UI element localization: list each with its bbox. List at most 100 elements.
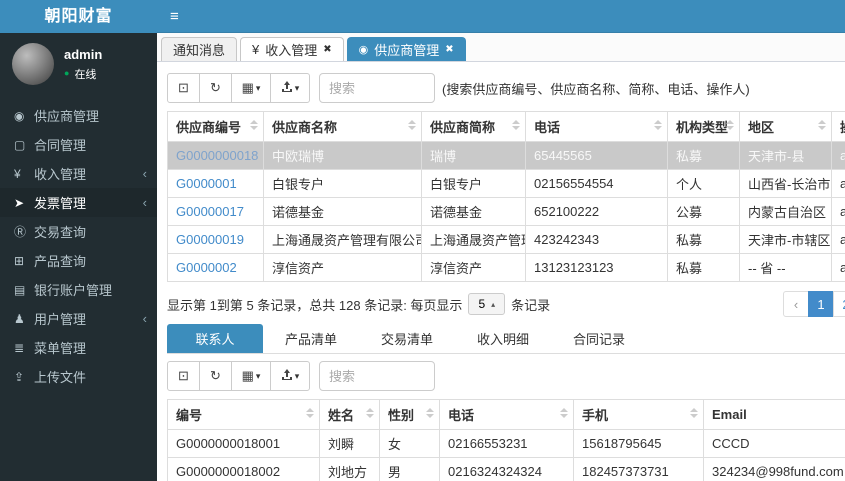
send-icon: ➤ (14, 195, 25, 210)
cell-contact-id: G0000000018002 (167, 457, 320, 481)
registered-icon: Ⓡ (14, 225, 27, 239)
sidebar-item-users[interactable]: ♟ 用户管理 ‹ (0, 304, 157, 333)
tab-transaction-list[interactable]: 交易清单 (359, 324, 455, 353)
tab-suppliers[interactable]: ◉ 供应商管理 ✖ (346, 37, 466, 61)
hamburger-icon[interactable]: ≡ (170, 8, 179, 25)
contact-row[interactable]: G0000000018001 刘瞬 女 02166553231 15618795… (167, 429, 845, 458)
brand-logo: 朝阳财富 (0, 0, 157, 33)
card-icon: ⊡ (178, 80, 189, 95)
contacts-toolbar: ⊡ ↻ ▦ ▾ ▾ (167, 361, 845, 391)
person-icon: ♟ (14, 311, 25, 326)
supplier-id-link[interactable]: G0000000018 (176, 148, 258, 163)
search-hint: (搜索供应商编号、供应商名称、简称、电话、操作人) (442, 81, 750, 97)
tab-product-list[interactable]: 产品清单 (263, 324, 359, 353)
refresh-icon: ↻ (210, 80, 221, 95)
caret-down-icon: ▾ (294, 370, 300, 381)
sort-icon (512, 120, 520, 130)
supplier-id-link[interactable]: G00000017 (176, 204, 244, 219)
pagination-toggle-button[interactable]: ⊡ (167, 73, 200, 103)
supplier-search-input[interactable] (319, 73, 435, 103)
supplier-row-selected[interactable]: G0000000018 中欧瑞博 瑞博 65445565 私募 天津市-县 ad… (167, 141, 845, 170)
sort-icon (408, 120, 416, 130)
export-button[interactable]: ▾ (270, 73, 310, 103)
column-header-contact-id[interactable]: 编号 (167, 399, 320, 430)
tab-income[interactable]: ¥ 收入管理 ✖ (240, 37, 344, 61)
supplier-row[interactable]: G00000019 上海通晟资产管理有限公司 上海通晟资产管理有限公司 4232… (167, 225, 845, 254)
cell-phone: 02156554554 (525, 169, 668, 198)
sidebar-item-income[interactable]: ¥ 收入管理 ‹ (0, 159, 157, 188)
supplier-id-link[interactable]: G0000002 (176, 260, 237, 275)
export-button[interactable]: ▾ (270, 361, 310, 391)
contact-row[interactable]: G0000000018002 刘地方 男 0216324324324 18245… (167, 457, 845, 481)
pagination-page-2[interactable]: 2 (833, 291, 845, 317)
cell-mobile: 182457373731 (573, 457, 704, 481)
app-root: 朝阳财富 admin ● 在线 ◉ 供应商管理 ▢ 合同管理 ¥ 收入管理 ‹ (0, 0, 845, 481)
cell-email: 324234@998fund.com (703, 457, 845, 481)
column-header-supplier-id[interactable]: 供应商编号 (167, 111, 264, 142)
supplier-id-link[interactable]: G00000019 (176, 232, 244, 247)
supplier-row[interactable]: G00000017 诺德基金 诺德基金 652100222 公募 内蒙古自治区 … (167, 197, 845, 226)
content-area: ⊡ ↻ ▦ ▾ ▾ (搜索供应商编号、供应商名称、简称、电话、操作人) (157, 62, 845, 481)
supplier-id-link[interactable]: G0000001 (176, 176, 237, 191)
refresh-button[interactable]: ↻ (199, 361, 232, 391)
close-icon[interactable]: ✖ (445, 44, 453, 55)
cell-operator: admin (831, 197, 845, 226)
column-header-email[interactable]: Email (703, 399, 845, 430)
columns-button[interactable]: ▦ ▾ (231, 73, 271, 103)
cell-operator: admin (831, 253, 845, 282)
close-icon[interactable]: ✖ (323, 44, 331, 55)
supplier-table: 供应商编号 供应商名称 供应商简称 电话 机构类型 地区 操作人 G000000… (167, 111, 845, 282)
sidebar-item-bank-accounts[interactable]: ▤ 银行账户管理 (0, 275, 157, 304)
tab-contacts[interactable]: 联系人 (167, 324, 263, 353)
user-panel: admin ● 在线 (0, 33, 157, 97)
main-area: ≡ 通知消息 ¥ 收入管理 ✖ ◉ 供应商管理 ✖ ⊡ ↻ ▦ ▾ ▾ 搜索 (… (157, 0, 845, 481)
user-name: admin (64, 46, 103, 62)
contacts-search-input[interactable] (319, 361, 435, 391)
sort-icon (250, 120, 258, 130)
sidebar-item-invoices[interactable]: ➤ 发票管理 ‹ (0, 188, 157, 217)
chevron-left-icon: ‹ (142, 195, 147, 210)
cell-region: 天津市-市辖区 (739, 225, 832, 254)
column-header-supplier-name[interactable]: 供应商名称 (263, 111, 422, 142)
tab-bar: 通知消息 ¥ 收入管理 ✖ ◉ 供应商管理 ✖ (157, 33, 845, 62)
refresh-button[interactable]: ↻ (199, 73, 232, 103)
columns-button[interactable]: ▦ ▾ (231, 361, 271, 391)
cell-supplier-name: 诺德基金 (263, 197, 422, 226)
supplier-row[interactable]: G0000001 白银专户 白银专户 02156554554 个人 山西省-长治… (167, 169, 845, 198)
sidebar-item-menus[interactable]: ≣ 菜单管理 (0, 333, 157, 362)
supplier-row[interactable]: G0000002 淳信资产 淳信资产 13123123123 私募 -- 省 -… (167, 253, 845, 282)
circle-icon: ◉ (358, 44, 369, 56)
pagination-prev-button[interactable]: ‹ (783, 291, 809, 317)
sort-icon (654, 120, 662, 130)
tab-contract-records[interactable]: 合同记录 (551, 324, 647, 353)
column-header-supplier-short-name[interactable]: 供应商简称 (421, 111, 526, 142)
column-header-phone[interactable]: 电话 (439, 399, 574, 430)
contacts-toolbar-buttons: ⊡ ↻ ▦ ▾ ▾ (167, 361, 310, 391)
yen-icon: ¥ (252, 42, 260, 57)
cell-region: -- 省 -- (739, 253, 832, 282)
pagination-toggle-button[interactable]: ⊡ (167, 361, 200, 391)
tab-income-detail[interactable]: 收入明细 (455, 324, 551, 353)
sidebar-item-upload[interactable]: ⇪ 上传文件 (0, 362, 157, 391)
column-header-name[interactable]: 姓名 (319, 399, 380, 430)
cell-name: 刘瞬 (319, 429, 380, 458)
sidebar-item-products[interactable]: ⊞ 产品查询 (0, 246, 157, 275)
column-header-operator[interactable]: 操作人 (831, 111, 845, 142)
sort-icon (560, 408, 568, 418)
column-header-region[interactable]: 地区 (739, 111, 832, 142)
sort-icon (426, 408, 434, 418)
sidebar-item-contracts[interactable]: ▢ 合同管理 (0, 130, 157, 159)
column-header-gender[interactable]: 性别 (379, 399, 440, 430)
column-header-mobile[interactable]: 手机 (573, 399, 704, 430)
sidebar-item-transactions[interactable]: Ⓡ 交易查询 (0, 217, 157, 246)
column-header-phone[interactable]: 电话 (525, 111, 668, 142)
sidebar-item-suppliers[interactable]: ◉ 供应商管理 (0, 101, 157, 130)
refresh-icon: ↻ (210, 368, 221, 383)
supplier-pagination: 显示第 1到第 5 条记录，总共 128 条记录: 每页显示 5 ▴ 条记录 ‹… (167, 290, 845, 318)
tab-notifications[interactable]: 通知消息 (161, 37, 238, 61)
column-header-org-type[interactable]: 机构类型 (667, 111, 740, 142)
pagination-page-1[interactable]: 1 (808, 291, 834, 317)
cell-org-type: 私募 (667, 141, 740, 170)
cell-phone: 65445565 (525, 141, 668, 170)
page-size-select[interactable]: 5 ▴ (468, 293, 506, 315)
